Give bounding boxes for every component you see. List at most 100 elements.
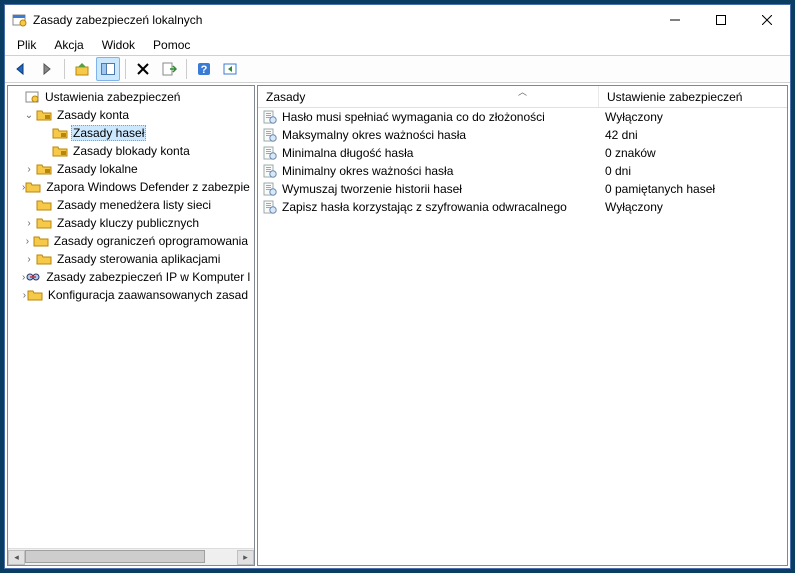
scroll-track[interactable] bbox=[25, 550, 237, 565]
menu-action[interactable]: Akcja bbox=[46, 37, 91, 53]
maximize-button[interactable] bbox=[698, 5, 744, 35]
policy-row[interactable]: Hasło musi spełniać wymagania co do złoż… bbox=[258, 108, 787, 126]
tree-defender-firewall[interactable]: › Zapora Windows Defender z zabezpie bbox=[8, 178, 254, 196]
policy-name: Hasło musi spełniać wymagania co do złoż… bbox=[282, 110, 545, 124]
policy-value: 42 dni bbox=[599, 128, 787, 142]
app-icon bbox=[11, 12, 27, 28]
sort-ascending-icon: ︿ bbox=[518, 85, 527, 98]
tree-pane[interactable]: Ustawienia zabezpieczeń ⌄ Zasady konta Z… bbox=[7, 85, 255, 566]
close-button[interactable] bbox=[744, 5, 790, 35]
column-header-setting[interactable]: Ustawienie zabezpieczeń bbox=[599, 86, 787, 107]
folder-icon bbox=[36, 251, 52, 267]
policy-value: Wyłączony bbox=[599, 110, 787, 124]
expand-icon[interactable]: › bbox=[22, 236, 33, 247]
help-button[interactable]: ? bbox=[192, 57, 216, 81]
tree-label: Zasady blokady konta bbox=[71, 144, 192, 158]
expand-icon[interactable]: › bbox=[22, 218, 36, 229]
tree-local-policies[interactable]: › Zasady lokalne bbox=[8, 160, 254, 178]
scroll-left-button[interactable]: ◂ bbox=[8, 550, 25, 565]
folder-lock-icon bbox=[52, 125, 68, 141]
policy-row[interactable]: Maksymalny okres ważności hasła 42 dni bbox=[258, 126, 787, 144]
svg-text:?: ? bbox=[201, 64, 208, 76]
menu-file[interactable]: Plik bbox=[9, 37, 44, 53]
folder-icon bbox=[36, 215, 52, 231]
collapse-icon[interactable]: ⌄ bbox=[22, 110, 36, 121]
tree-label: Zasady kluczy publicznych bbox=[55, 216, 201, 230]
column-label: Zasady bbox=[266, 90, 305, 104]
policy-row[interactable]: Wymuszaj tworzenie historii haseł 0 pamię… bbox=[258, 180, 787, 198]
policy-row[interactable]: Minimalny okres ważności hasła0 dni bbox=[258, 162, 787, 180]
delete-button[interactable] bbox=[131, 57, 155, 81]
list-pane: ︿ Zasady Ustawienie zabezpieczeń Hasło m… bbox=[257, 85, 788, 566]
folder-icon bbox=[27, 287, 43, 303]
scroll-right-button[interactable]: ▸ bbox=[237, 550, 254, 565]
toolbar-separator bbox=[125, 59, 126, 79]
tree-label: Zasady haseł bbox=[71, 125, 146, 141]
folder-icon bbox=[33, 233, 49, 249]
tree-label: Zasady lokalne bbox=[55, 162, 140, 176]
menu-view[interactable]: Widok bbox=[94, 37, 143, 53]
toolbar-separator bbox=[64, 59, 65, 79]
tree-app-control[interactable]: › Zasady sterowania aplikacjami bbox=[8, 250, 254, 268]
ipsec-icon bbox=[25, 269, 41, 285]
tree-network-list[interactable]: Zasady menedżera listy sieci bbox=[8, 196, 254, 214]
minimize-button[interactable] bbox=[652, 5, 698, 35]
policy-name: Minimalna długość hasła bbox=[282, 146, 413, 160]
tree-lockout-policy[interactable]: Zasady blokady konta bbox=[8, 142, 254, 160]
refresh-button[interactable] bbox=[218, 57, 242, 81]
column-header-policy[interactable]: Zasady bbox=[258, 86, 599, 107]
show-hide-tree-button[interactable] bbox=[96, 57, 120, 81]
app-window: Zasady zabezpieczeń lokalnych Plik Akcja… bbox=[4, 4, 791, 569]
tree-public-key[interactable]: › Zasady kluczy publicznych bbox=[8, 214, 254, 232]
folder-lock-icon bbox=[52, 143, 68, 159]
policy-value: Wyłączony bbox=[599, 200, 787, 214]
policy-icon bbox=[262, 163, 278, 179]
tree-account-policies[interactable]: ⌄ Zasady konta bbox=[8, 106, 254, 124]
folder-icon bbox=[36, 197, 52, 213]
list-body[interactable]: Hasło musi spełniać wymagania co do złoż… bbox=[258, 108, 787, 565]
tree-password-policy[interactable]: Zasady haseł bbox=[8, 124, 254, 142]
policy-row[interactable]: Zapisz hasła korzystając z szyfrowania o… bbox=[258, 198, 787, 216]
policy-icon bbox=[262, 145, 278, 161]
policy-name: Maksymalny okres ważności hasła bbox=[282, 128, 466, 142]
back-button[interactable] bbox=[9, 57, 33, 81]
tree-label: Zasady sterowania aplikacjami bbox=[55, 252, 222, 266]
scroll-thumb[interactable] bbox=[25, 550, 205, 563]
toolbar: ? bbox=[5, 55, 790, 83]
tree-root[interactable]: Ustawienia zabezpieczeń bbox=[8, 88, 254, 106]
list-header: ︿ Zasady Ustawienie zabezpieczeń bbox=[258, 86, 787, 108]
policy-icon bbox=[262, 127, 278, 143]
forward-button[interactable] bbox=[35, 57, 59, 81]
policy-icon bbox=[262, 199, 278, 215]
tree-label: Konfiguracja zaawansowanych zasad bbox=[46, 288, 250, 302]
tree-label: Zasady zabezpieczeń IP w Komputer l bbox=[44, 270, 252, 284]
menubar: Plik Akcja Widok Pomoc bbox=[5, 35, 790, 55]
menu-help[interactable]: Pomoc bbox=[145, 37, 198, 53]
tree-label: Zasady konta bbox=[55, 108, 131, 122]
tree-ip-security[interactable]: › Zasady zabezpieczeń IP w Komputer l bbox=[8, 268, 254, 286]
policy-icon bbox=[262, 109, 278, 125]
export-button[interactable] bbox=[157, 57, 181, 81]
toolbar-separator bbox=[186, 59, 187, 79]
tree-software-restriction[interactable]: › Zasady ograniczeń oprogramowania bbox=[8, 232, 254, 250]
tree-label: Ustawienia zabezpieczeń bbox=[43, 90, 182, 104]
column-label: Ustawienie zabezpieczeń bbox=[607, 90, 742, 104]
titlebar: Zasady zabezpieczeń lokalnych bbox=[5, 5, 790, 35]
folder-lock-icon bbox=[36, 107, 52, 123]
policy-name: Minimalny okres ważności hasła bbox=[282, 164, 453, 178]
up-button[interactable] bbox=[70, 57, 94, 81]
folder-icon bbox=[25, 179, 41, 195]
policy-value: 0 znaków bbox=[599, 146, 787, 160]
expand-icon[interactable]: › bbox=[22, 254, 36, 265]
window-title: Zasady zabezpieczeń lokalnych bbox=[33, 13, 652, 27]
tree-advanced-audit[interactable]: › Konfiguracja zaawansowanych zasad bbox=[8, 286, 254, 304]
folder-lock-icon bbox=[36, 161, 52, 177]
policy-value: 0 pamiętanych haseł bbox=[599, 182, 787, 196]
tree-horizontal-scrollbar[interactable]: ◂ ▸ bbox=[8, 548, 254, 565]
tree-label: Zasady ograniczeń oprogramowania bbox=[52, 234, 250, 248]
policy-name: Wymuszaj tworzenie historii haseł bbox=[282, 182, 462, 196]
tree-label: Zapora Windows Defender z zabezpie bbox=[44, 180, 251, 194]
expand-icon[interactable]: › bbox=[22, 164, 36, 175]
policy-icon bbox=[262, 181, 278, 197]
policy-row[interactable]: Minimalna długość hasła 0 znaków bbox=[258, 144, 787, 162]
